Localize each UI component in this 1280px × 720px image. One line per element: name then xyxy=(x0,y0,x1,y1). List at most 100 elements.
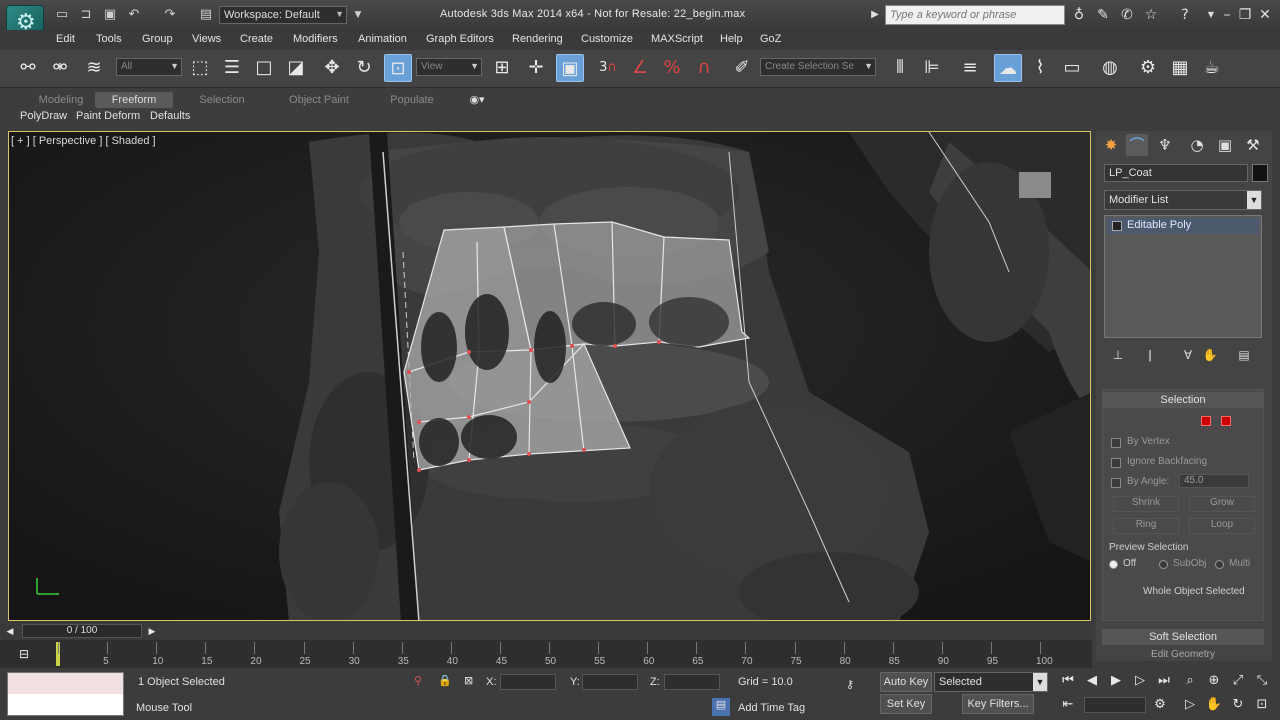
subscription-icon[interactable]: ✎ xyxy=(1094,6,1112,24)
time-configuration-icon[interactable]: ⚙ xyxy=(1150,695,1170,715)
undo-icon[interactable]: ↶ xyxy=(126,7,142,23)
zoom-extents-icon[interactable]: ⤢ xyxy=(1228,671,1248,691)
preview-off-radio[interactable] xyxy=(1109,560,1118,569)
isolate-selection-icon[interactable]: ⚲ xyxy=(414,674,422,687)
schematic-view-icon[interactable]: ▭ xyxy=(1058,54,1086,82)
key-mode-dropdown[interactable]: Selected ▼ xyxy=(934,672,1048,692)
ribbon-options-icon[interactable]: ◉▾ xyxy=(462,92,492,108)
project-folder-icon[interactable]: ▤ xyxy=(198,7,214,23)
utilities-panel-icon[interactable]: ⚒ xyxy=(1242,134,1264,156)
current-frame-field[interactable] xyxy=(1084,697,1146,713)
workspace-dropdown[interactable]: Workspace: Default ▼ xyxy=(219,6,347,24)
set-key-button[interactable]: Set Key xyxy=(880,694,932,714)
layer-manager-icon[interactable]: ≡ xyxy=(956,54,984,82)
zoom-icon[interactable]: ⌕ xyxy=(1180,671,1200,691)
slider-next-icon[interactable]: ▶ xyxy=(144,622,160,640)
binoculars-icon[interactable]: ♁ xyxy=(1070,6,1088,24)
search-input[interactable]: Type a keyword or phrase xyxy=(885,5,1065,25)
motion-panel-icon[interactable]: ◔ xyxy=(1186,134,1208,156)
stack-item-editable-poly[interactable]: Editable Poly xyxy=(1107,218,1259,234)
go-to-start-icon[interactable]: ⏮ xyxy=(1058,671,1078,691)
tab-populate[interactable]: Populate xyxy=(380,92,444,108)
subtab-defaults[interactable]: Defaults xyxy=(150,110,190,122)
snaps-toggle-icon[interactable]: 3∩ xyxy=(594,54,622,82)
restore-icon[interactable]: ❐ xyxy=(1236,6,1254,24)
key-filters-button[interactable]: Key Filters... xyxy=(962,694,1034,714)
select-manipulate-icon[interactable]: ✛ xyxy=(522,54,550,82)
menu-group[interactable]: Group xyxy=(142,33,173,45)
favorites-icon[interactable]: ☆ xyxy=(1142,6,1160,24)
window-crossing-icon[interactable]: ◪ xyxy=(282,54,310,82)
menu-maxscript[interactable]: MAXScript xyxy=(651,33,703,45)
by-vertex-checkbox[interactable] xyxy=(1111,438,1121,448)
new-scene-icon[interactable]: ▭ xyxy=(54,7,70,23)
bind-to-space-warp-icon[interactable]: ≋ xyxy=(80,54,108,82)
absolute-mode-icon[interactable]: ⊠ xyxy=(464,674,473,687)
y-coord-field[interactable] xyxy=(582,674,638,690)
add-time-tag[interactable]: Add Time Tag xyxy=(738,702,805,714)
named-selection-dropdown[interactable]: Create Selection Se ▼ xyxy=(760,58,876,76)
menu-customize[interactable]: Customize xyxy=(581,33,633,45)
selection-filter-dropdown[interactable]: All ▼ xyxy=(116,58,182,76)
select-and-scale-icon[interactable]: ⊡ xyxy=(384,54,412,82)
by-angle-checkbox[interactable] xyxy=(1111,478,1121,488)
communication-icon[interactable]: ✆ xyxy=(1118,6,1136,24)
remove-modifier-icon[interactable]: ✋ xyxy=(1202,348,1218,364)
make-unique-icon[interactable]: ∀ xyxy=(1180,348,1196,364)
material-editor-icon[interactable]: ◍ xyxy=(1096,54,1124,82)
edge-subobject-icon[interactable] xyxy=(1221,416,1231,426)
shrink-button[interactable]: Shrink xyxy=(1113,496,1179,512)
keyboard-shortcut-override-icon[interactable]: ▣ xyxy=(556,54,584,82)
rendered-frame-window-icon[interactable]: ▦ xyxy=(1166,54,1194,82)
align-icon[interactable]: ⊫ xyxy=(918,54,946,82)
render-setup-icon[interactable]: ⚙ xyxy=(1134,54,1162,82)
zoom-extents-all-icon[interactable]: ⤡ xyxy=(1252,671,1272,691)
mirror-icon[interactable]: ⫴ xyxy=(886,54,914,82)
subtab-paint-deform[interactable]: Paint Deform xyxy=(76,110,140,122)
tab-object-paint[interactable]: Object Paint xyxy=(280,92,358,108)
rectangular-selection-icon[interactable]: □ xyxy=(250,54,278,82)
create-panel-icon[interactable]: ✸ xyxy=(1100,134,1122,156)
edit-named-selection-icon[interactable]: ✐ xyxy=(728,54,756,82)
object-name-field[interactable]: LP_Coat xyxy=(1104,164,1248,182)
unlink-selection-icon[interactable]: ⚮ xyxy=(46,54,74,82)
reference-coordinate-dropdown[interactable]: View ▼ xyxy=(416,58,482,76)
select-and-link-icon[interactable]: ⚯ xyxy=(14,54,42,82)
select-and-move-icon[interactable]: ✥ xyxy=(318,54,346,82)
expand-icon[interactable] xyxy=(1112,221,1122,231)
help-icon[interactable]: ? xyxy=(1176,6,1194,24)
time-slider[interactable]: 0 / 100 xyxy=(22,624,142,638)
field-of-view-icon[interactable]: ▷ xyxy=(1180,695,1200,715)
preview-subobj-radio[interactable] xyxy=(1159,560,1168,569)
modifier-stack[interactable]: Editable Poly xyxy=(1104,215,1262,338)
menu-rendering[interactable]: Rendering xyxy=(512,33,563,45)
play-icon[interactable]: ▶ xyxy=(1106,671,1126,691)
select-and-rotate-icon[interactable]: ↻ xyxy=(350,54,378,82)
tab-selection[interactable]: Selection xyxy=(190,92,254,108)
track-bar[interactable]: ⊟ 5 10 15 20 25 30 35 40 45 50 55 60 65 70 75 80 85 90 95 1… xyxy=(0,640,1092,668)
object-color-swatch[interactable] xyxy=(1252,164,1268,182)
redo-icon[interactable]: ↷ xyxy=(162,7,178,23)
key-mode-toggle-icon[interactable]: ⇤ xyxy=(1058,695,1078,715)
grow-button[interactable]: Grow xyxy=(1189,496,1255,512)
ignore-backfacing-checkbox[interactable] xyxy=(1111,458,1121,468)
z-coord-field[interactable] xyxy=(664,674,720,690)
angle-spinner[interactable]: 45.0 xyxy=(1179,474,1249,488)
loop-button[interactable]: Loop xyxy=(1189,518,1255,534)
menu-goz[interactable]: GoZ xyxy=(760,33,781,45)
next-frame-icon[interactable]: ▷ xyxy=(1130,671,1150,691)
go-to-end-icon[interactable]: ⏭ xyxy=(1154,671,1174,691)
save-file-icon[interactable]: ▣ xyxy=(102,7,118,23)
time-tag-icon[interactable]: ▤ xyxy=(712,698,730,716)
close-icon[interactable]: ✕ xyxy=(1256,6,1274,24)
x-coord-field[interactable] xyxy=(500,674,556,690)
soft-selection-rollout-header[interactable]: Soft Selection xyxy=(1102,629,1264,645)
maxscript-listener[interactable] xyxy=(7,672,124,716)
perspective-viewport[interactable]: [ + ] [ Perspective ] [ Shaded ] xyxy=(8,131,1091,621)
tab-freeform[interactable]: Freeform xyxy=(95,92,173,108)
show-end-result-icon[interactable]: ǀ xyxy=(1142,348,1158,364)
vertex-subobject-icon[interactable] xyxy=(1201,416,1211,426)
orbit-icon[interactable]: ↻ xyxy=(1228,695,1248,715)
open-file-icon[interactable]: ⊐ xyxy=(78,7,94,23)
maxscript-input[interactable] xyxy=(8,673,123,694)
